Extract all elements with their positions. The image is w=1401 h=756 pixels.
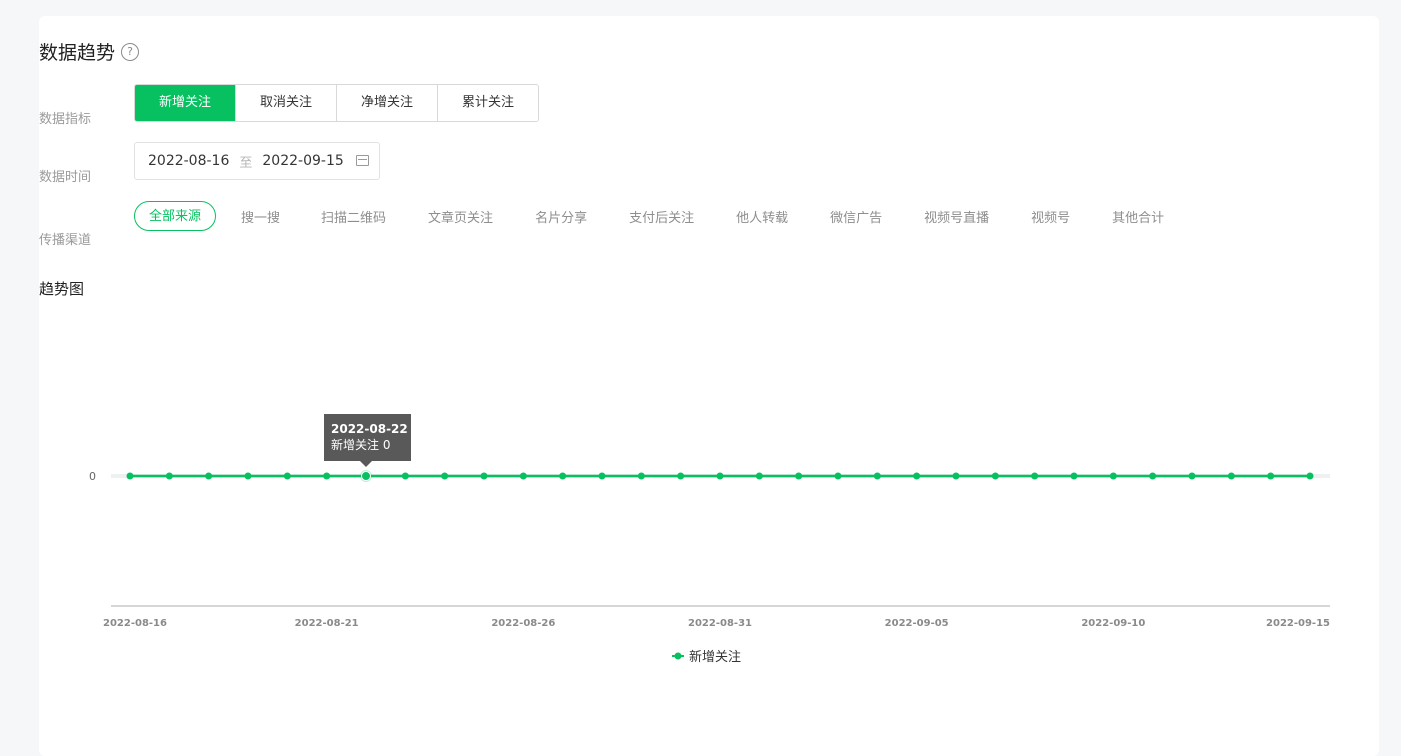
data-point: [244, 472, 252, 480]
x-tick-label: 2022-08-16: [103, 618, 167, 629]
data-point: [519, 472, 527, 480]
data-point: [598, 472, 606, 480]
data-point: [834, 472, 842, 480]
data-point: [441, 472, 449, 480]
data-point: [637, 472, 645, 480]
data-point: [677, 472, 685, 480]
data-point: [480, 472, 488, 480]
x-tick-label: 2022-08-31: [688, 618, 752, 629]
legend-swatch-point: [674, 652, 682, 660]
x-tick-label: 2022-08-21: [295, 618, 359, 629]
data-point: [1109, 472, 1117, 480]
data-point: [165, 472, 173, 480]
data-point: [283, 472, 291, 480]
data-point: [952, 472, 960, 480]
x-tick-label: 2022-09-15: [1266, 618, 1330, 629]
x-tick-label: 2022-09-10: [1081, 618, 1145, 629]
data-point: [1070, 472, 1078, 480]
data-point: [323, 472, 331, 480]
data-point: [1306, 472, 1314, 480]
legend-label-new-follow: 新增关注: [689, 649, 741, 665]
trend-chart: 0 2022-08-16 2022-08-21 2022-08-26 2022-08-3…: [89, 414, 1330, 665]
data-point: [913, 472, 921, 480]
data-point: [1227, 472, 1235, 480]
data-point: [991, 472, 999, 480]
data-point: [401, 472, 409, 480]
x-tick-label: 2022-08-26: [491, 618, 555, 629]
data-point: [1031, 472, 1039, 480]
data-point: [559, 472, 567, 480]
data-point: [205, 472, 213, 480]
data-point-highlight: [361, 471, 371, 481]
data-point: [795, 472, 803, 480]
tooltip-arrow: [360, 461, 372, 467]
data-point: [1188, 472, 1196, 480]
data-point: [716, 472, 724, 480]
data-point: [1149, 472, 1157, 480]
y-tick-label: 0: [89, 470, 96, 483]
tooltip-date: 2022-08-22: [331, 422, 408, 436]
data-point: [873, 472, 881, 480]
data-point: [1267, 472, 1275, 480]
tooltip-value: 新增关注 0: [331, 437, 390, 452]
data-point: [755, 472, 763, 480]
x-tick-label: 2022-09-05: [885, 618, 949, 629]
data-point: [126, 472, 134, 480]
